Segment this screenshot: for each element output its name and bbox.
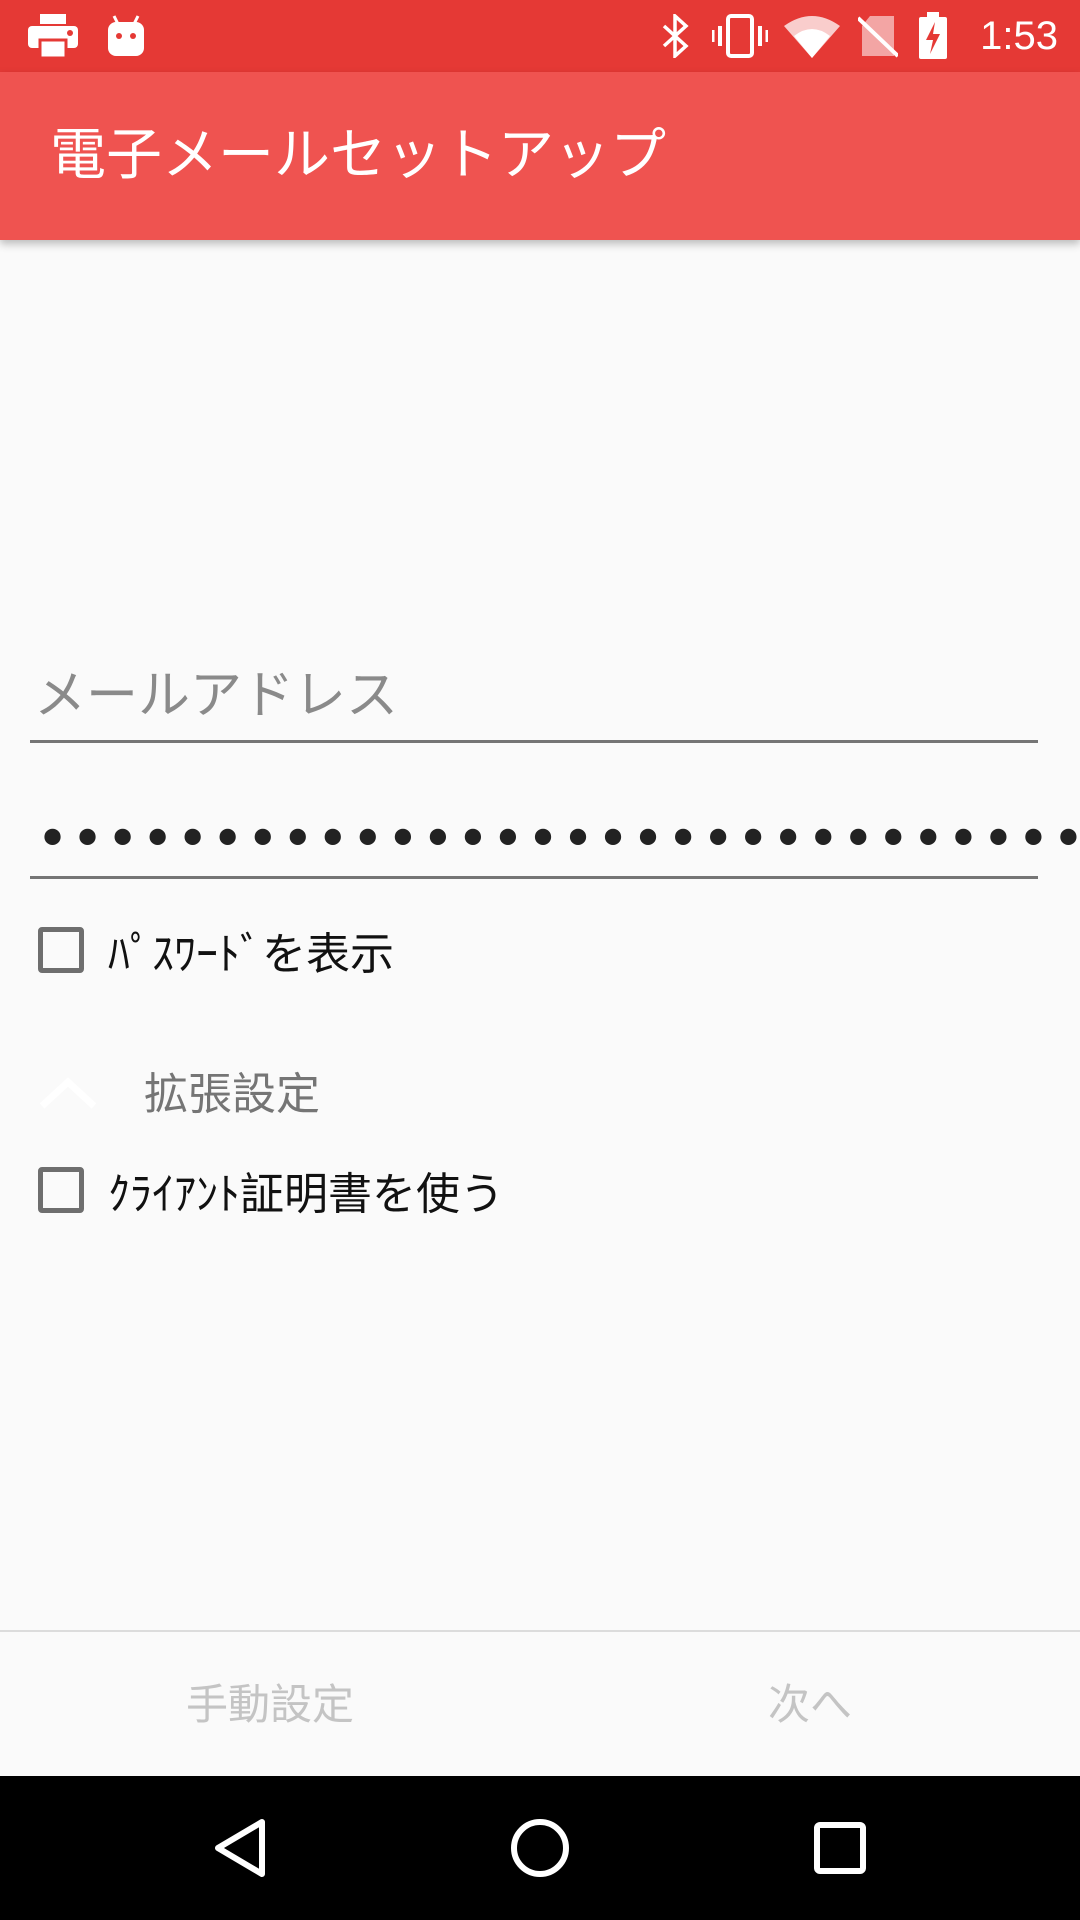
android-icon [106, 0, 146, 72]
no-sim-icon [858, 0, 898, 72]
vibrate-icon [712, 0, 768, 72]
chevron-up-icon [39, 1077, 97, 1109]
advanced-settings-label: 拡張設定 [144, 1069, 320, 1120]
bluetooth-icon [660, 0, 692, 72]
manual-setup-button[interactable]: 手動設定 [0, 1632, 540, 1778]
client-cert-label: ｸﾗｲｱﾝﾄ証明書を使う [108, 1169, 504, 1220]
recents-icon[interactable] [770, 1776, 910, 1920]
email-field[interactable]: メールアドレス [30, 640, 1038, 743]
wifi-icon [784, 0, 840, 72]
status-bar: 1:53 [0, 0, 1080, 72]
button-bar: 手動設定 次へ [0, 1630, 1080, 1778]
password-value: •••••••••••••••••••••••••••••• [36, 807, 1080, 872]
next-button[interactable]: 次へ [540, 1632, 1080, 1778]
client-cert-row[interactable]: ｸﾗｲｱﾝﾄ証明書を使う [38, 1160, 504, 1220]
show-password-label: ﾊﾟｽﾜｰﾄﾞを表示 [108, 929, 394, 980]
status-time: 1:53 [980, 14, 1058, 58]
app-bar: 電子メールセットアップ [0, 72, 1080, 240]
client-cert-checkbox[interactable] [38, 1167, 84, 1213]
back-icon[interactable] [170, 1776, 310, 1920]
show-password-checkbox[interactable] [38, 927, 84, 973]
advanced-settings-toggle[interactable]: 拡張設定 [30, 1060, 630, 1130]
navigation-bar [0, 1776, 1080, 1920]
battery-charging-icon [918, 0, 948, 72]
password-field[interactable]: •••••••••••••••••••••••••••••• [30, 790, 1080, 879]
print-icon [28, 0, 78, 72]
home-icon[interactable] [470, 1776, 610, 1920]
page-title: 電子メールセットアップ [50, 123, 666, 188]
show-password-row[interactable]: ﾊﾟｽﾜｰﾄﾞを表示 [38, 920, 394, 980]
email-placeholder: メールアドレス [34, 666, 399, 726]
